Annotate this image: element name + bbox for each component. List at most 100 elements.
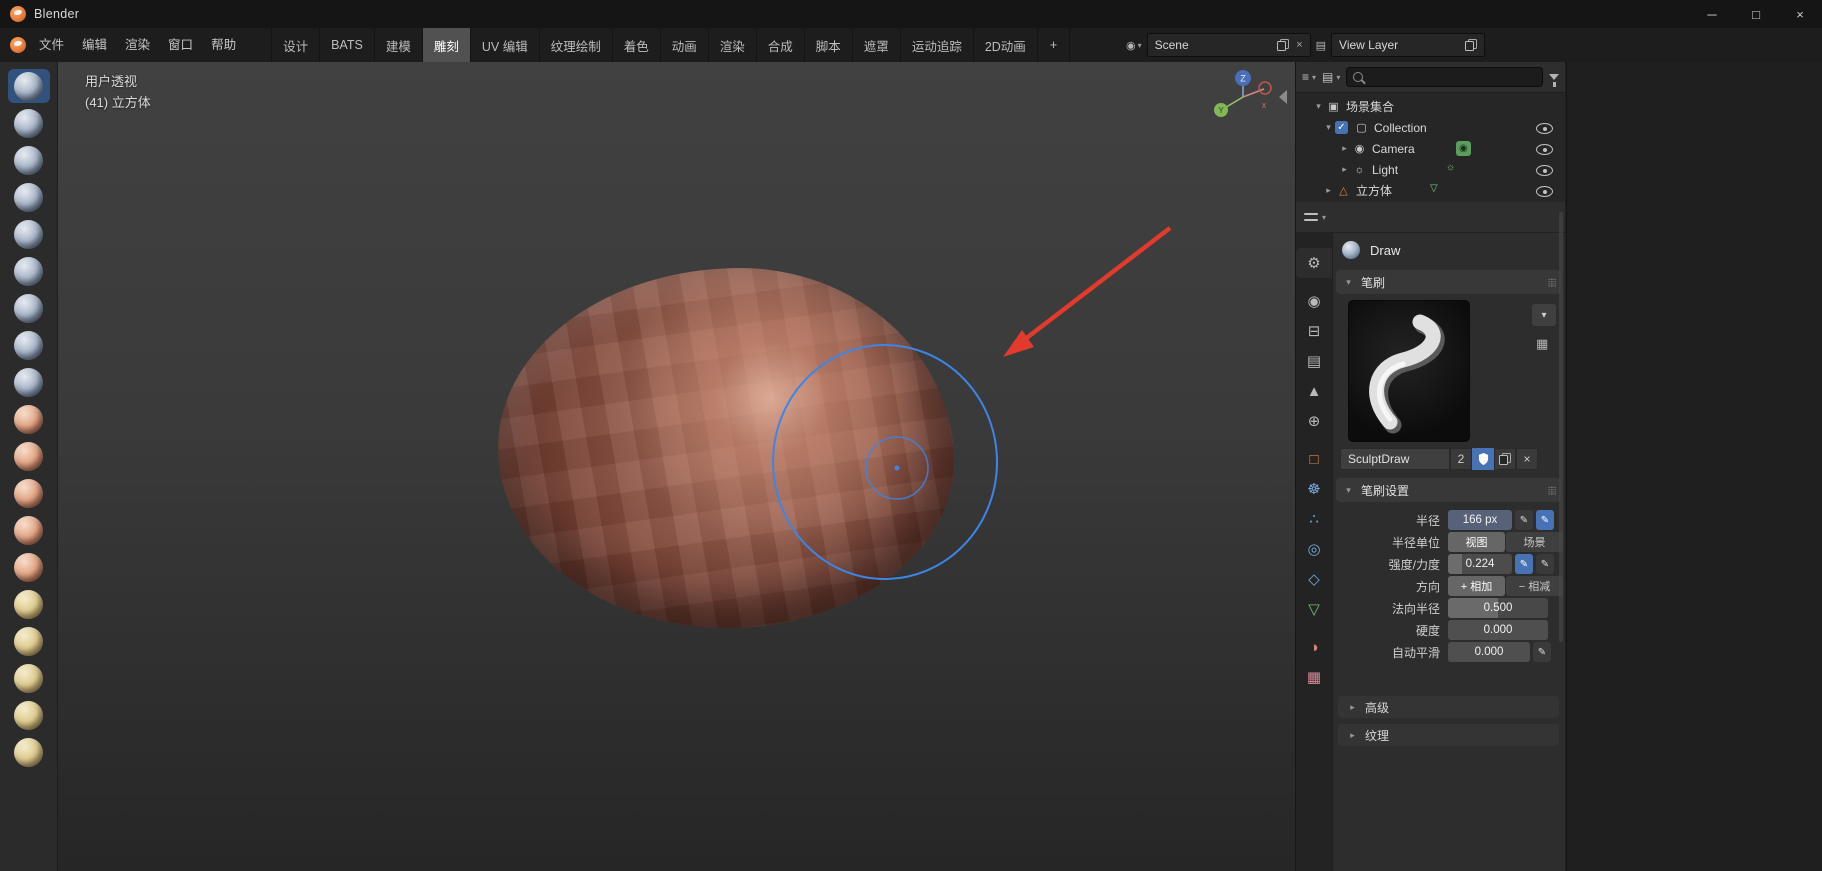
direction-add-button[interactable]: + 相加 (1448, 576, 1505, 596)
menu-render[interactable]: 渲染 (116, 33, 159, 57)
menu-help[interactable]: 帮助 (202, 33, 245, 57)
radius-unit-scene-button[interactable]: 场景 (1506, 532, 1563, 552)
properties-scrollbar[interactable] (1559, 212, 1563, 642)
unlink-scene-icon[interactable]: × (1296, 39, 1302, 51)
brush-elastic-deform-icon[interactable] (8, 439, 50, 473)
advanced-panel-header[interactable]: ▸ 高级 (1338, 696, 1559, 718)
disclosure-icon[interactable]: ▸ (1338, 143, 1351, 154)
camera-data-icon[interactable]: ◉ (1456, 141, 1471, 156)
outliner-row-collection[interactable]: ▾ ✓ ▢ Collection (1296, 117, 1565, 138)
workspace-tab[interactable]: 着色 (613, 28, 661, 62)
workspace-tab[interactable]: UV 编辑 (471, 28, 540, 62)
outliner-row-camera[interactable]: ▸ ◉ Camera ◉ (1296, 138, 1565, 159)
navigation-gizmo[interactable]: Z Y x (1214, 70, 1272, 117)
workspace-tab[interactable]: 合成 (757, 28, 805, 62)
visibility-eye-icon[interactable] (1536, 186, 1553, 197)
display-mode-selector[interactable]: ▤ ▾ (1322, 70, 1340, 84)
collection-checkbox[interactable]: ✓ (1335, 121, 1348, 134)
menu-file[interactable]: 文件 (30, 33, 73, 57)
pressure-toggle-icon[interactable]: ✎ (1536, 510, 1554, 530)
radius-slider[interactable]: 166 px (1448, 510, 1512, 530)
tab-physics-icon[interactable]: ◎ (1296, 534, 1332, 564)
strength-slider[interactable]: 0.224 (1448, 554, 1512, 574)
pen-decorator-icon[interactable]: ✎ (1533, 642, 1551, 662)
brush-thumb-icon[interactable] (8, 513, 50, 547)
close-button[interactable]: × (1778, 0, 1822, 28)
tab-modifiers-icon[interactable]: ☸ (1296, 474, 1332, 504)
visibility-eye-icon[interactable] (1536, 123, 1553, 134)
drag-handle-icon[interactable]: ⣿⣿ (1547, 486, 1557, 495)
brush-pose-icon[interactable] (8, 550, 50, 584)
auto-smooth-slider[interactable]: 0.000 (1448, 642, 1530, 662)
light-data-icon[interactable]: ☼ (1446, 162, 1455, 173)
brush-preview-image[interactable] (1348, 300, 1470, 442)
pressure-toggle-icon[interactable]: ✎ (1515, 554, 1533, 574)
visibility-eye-icon[interactable] (1536, 144, 1553, 155)
workspace-tab[interactable]: 运动追踪 (901, 28, 974, 62)
tab-render-icon[interactable]: ◉ (1296, 286, 1332, 316)
outliner-row-scene-collection[interactable]: ▾ ▣ 场景集合 (1296, 96, 1565, 117)
workspace-tab[interactable]: 脚本 (805, 28, 853, 62)
brush-name-field[interactable]: SculptDraw (1340, 448, 1450, 470)
workspace-tab[interactable]: 动画 (661, 28, 709, 62)
tab-particles-icon[interactable]: ∴ (1296, 504, 1332, 534)
brush-select-dropdown[interactable]: ▾ (1532, 304, 1556, 326)
pen-decorator-icon[interactable]: ✎ (1515, 510, 1533, 530)
disclosure-icon[interactable]: ▾ (1322, 122, 1335, 133)
scene-browse-icon[interactable]: ◉ ▾ (1126, 39, 1142, 52)
workspace-tab[interactable]: 渲染 (709, 28, 757, 62)
tab-output-icon[interactable]: ⊟ (1296, 316, 1332, 346)
brush-inflate-icon[interactable] (8, 291, 50, 325)
brush-panel-header[interactable]: ▾ 笔刷 ⣿⣿ (1336, 270, 1561, 294)
disclosure-icon[interactable]: ▾ (1312, 101, 1325, 112)
mesh-data-icon[interactable]: ▽ (1430, 183, 1438, 194)
workspace-tab[interactable]: 建模 (375, 28, 423, 62)
tab-material-icon[interactable]: ◑ (1296, 632, 1332, 662)
brush-settings-panel-header[interactable]: ▾ 笔刷设置 ⣿⣿ (1336, 478, 1561, 502)
workspace-tab[interactable]: 遮罩 (853, 28, 901, 62)
drag-handle-icon[interactable]: ⣿⣿ (1547, 278, 1557, 287)
collapse-panel-icon[interactable] (1279, 90, 1287, 104)
fake-user-shield-toggle[interactable] (1472, 448, 1494, 470)
brush-clay-strips-icon[interactable] (8, 180, 50, 214)
3d-viewport[interactable]: 用户透视 (41) 立方体 Z Y x (58, 62, 1295, 871)
copy-view-layer-icon[interactable] (1465, 39, 1478, 51)
tab-view-layer-icon[interactable]: ▤ (1296, 346, 1332, 376)
maximize-button[interactable]: □ (1734, 0, 1778, 28)
tab-tool-icon[interactable]: ⚙ (1296, 248, 1332, 278)
normal-radius-slider[interactable]: 0.500 (1448, 598, 1548, 618)
tab-constraints-icon[interactable]: ◇ (1296, 564, 1332, 594)
brush-blob-icon[interactable] (8, 328, 50, 362)
menu-edit[interactable]: 编辑 (73, 33, 116, 57)
texture-panel-header[interactable]: ▸ 纹理 (1338, 724, 1559, 746)
brush-draw-sharp-icon[interactable] (8, 106, 50, 140)
brush-draw-face-sets-icon[interactable] (8, 698, 50, 732)
brush-crease-icon[interactable] (8, 365, 50, 399)
tab-world-icon[interactable]: ⊕ (1296, 406, 1332, 436)
brush-simplify-icon[interactable] (8, 624, 50, 658)
brush-layer-icon[interactable] (8, 254, 50, 288)
chevron-down-icon[interactable]: ▾ (1322, 213, 1326, 222)
workspace-tab[interactable]: 2D动画 (974, 28, 1038, 62)
pen-decorator-icon[interactable]: ✎ (1536, 554, 1554, 574)
minimize-button[interactable]: ─ (1690, 0, 1734, 28)
outliner-row-light[interactable]: ▸ ☼ Light ☼ (1296, 159, 1565, 180)
disclosure-icon[interactable]: ▸ (1322, 185, 1335, 196)
brush-snake-hook-icon[interactable] (8, 476, 50, 510)
copy-scene-icon[interactable] (1277, 39, 1290, 51)
direction-subtract-button[interactable]: − 相减 (1506, 576, 1563, 596)
open-image-icon[interactable]: ▦ (1536, 336, 1548, 352)
view-layer-selector[interactable]: View Layer (1331, 33, 1486, 57)
hardness-slider[interactable]: 0.000 (1448, 620, 1548, 640)
brush-grab-icon[interactable] (8, 402, 50, 436)
tab-texture-icon[interactable]: ▦ (1296, 662, 1332, 692)
workspace-tab[interactable]: 设计 (272, 28, 321, 62)
view-layer-browse-icon[interactable]: ▤ (1316, 39, 1326, 52)
duplicate-brush-button[interactable] (1494, 448, 1516, 470)
workspace-tab[interactable]: 纹理绘制 (540, 28, 613, 62)
unlink-brush-button[interactable]: × (1516, 448, 1538, 470)
add-workspace-button[interactable]: + (1038, 28, 1071, 62)
blender-menu-icon[interactable] (10, 37, 26, 53)
filter-icon[interactable] (1549, 74, 1559, 87)
visibility-eye-icon[interactable] (1536, 165, 1553, 176)
